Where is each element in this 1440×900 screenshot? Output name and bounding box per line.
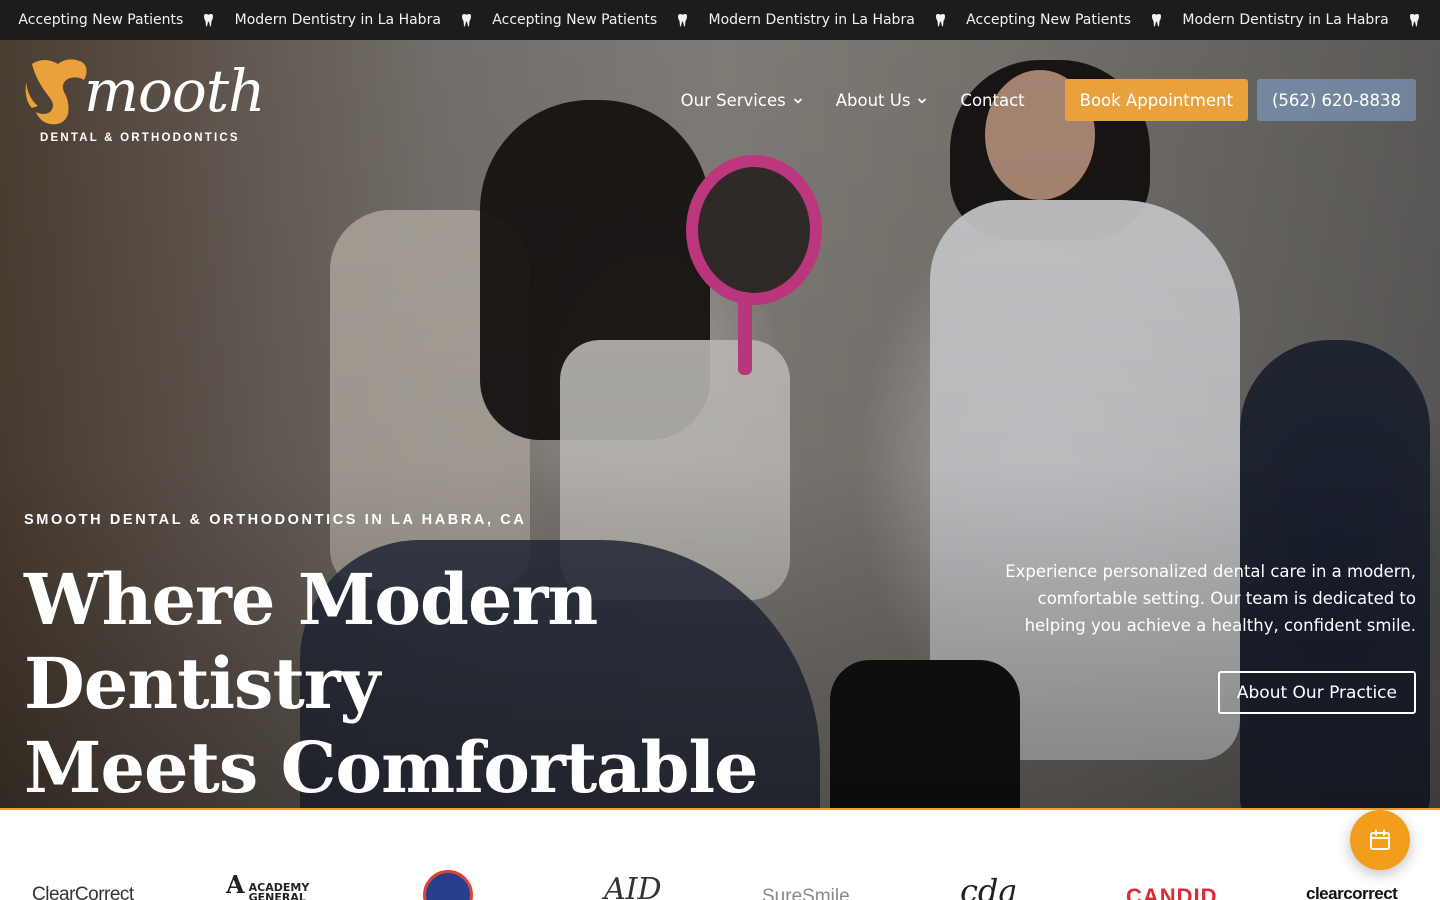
logo-s-mark <box>25 59 87 125</box>
ticker-text: Modern Dentistry in La Habra <box>708 12 915 28</box>
partner-logos-strip <box>0 812 1440 900</box>
schedule-fab-button[interactable] <box>1350 810 1410 870</box>
ticker-item: Accepting New Patients <box>18 12 183 28</box>
tooth-icon <box>1389 13 1440 27</box>
hero-eyebrow: SMOOTH DENTAL & ORTHODONTICS IN LA HABRA… <box>24 512 527 528</box>
ticker-text: Accepting New Patients <box>492 12 658 28</box>
tooth-icon <box>915 13 966 27</box>
book-appointment-button[interactable]: Book Appointment <box>1064 79 1248 121</box>
ticker-item: Modern Dentistry in La Habra <box>235 12 441 28</box>
ticker-text: Accepting New Patients <box>966 12 1132 28</box>
ticker-item: Modern Dentistry in La Habra <box>709 12 915 28</box>
tooth-icon <box>1131 13 1182 27</box>
partner-logo-candid: CANDID <box>1126 884 1218 900</box>
nav-contact[interactable]: Contact <box>960 91 1024 110</box>
ticker-item: Accepting New Patients <box>966 12 1131 28</box>
agd-line-2: GENERAL <box>248 891 306 900</box>
site-logo[interactable]: mooth DENTAL & ORTHODONTICS <box>24 58 265 148</box>
tooth-icon <box>441 13 492 27</box>
phone-button[interactable]: (562) 620-8838 <box>1256 79 1416 121</box>
about-practice-button[interactable]: About Our Practice <box>1217 671 1416 714</box>
chevron-down-icon <box>918 98 927 104</box>
nav-our-services-label: Our Services <box>680 90 786 110</box>
partner-logo-agd: A ACADEMY GENERAL <box>226 873 309 900</box>
nav-about-us-label: About Us <box>835 90 911 110</box>
ticker-text: Modern Dentistry in La Habra <box>1182 12 1389 28</box>
partner-logo-suresmile: SureSmile <box>762 886 850 900</box>
nav-about-us[interactable]: About Us <box>836 91 928 110</box>
chevron-down-icon <box>793 98 802 104</box>
main-nav: Our Services About Us Contact Book Appoi… <box>681 79 1416 121</box>
nav-our-services[interactable]: Our Services <box>681 91 803 110</box>
ticker-item: Accepting New Patients <box>492 12 657 28</box>
ticker-text: Accepting New Patients <box>18 12 184 28</box>
nav-contact-label: Contact <box>960 90 1025 110</box>
logo-subtitle: DENTAL & ORTHODONTICS <box>40 132 240 144</box>
partner-logo-aid: AID <box>604 872 662 900</box>
logo-wordmark: mooth <box>84 57 265 125</box>
hero-description: Experience personalized dental care in a… <box>1005 562 1416 635</box>
ticker-text: Modern Dentistry in La Habra <box>234 12 441 28</box>
agd-a-glyph: A <box>226 870 245 899</box>
tooth-icon <box>183 13 234 27</box>
ticker-item: Modern Dentistry in La Habra <box>1182 12 1388 28</box>
calendar-icon <box>1370 829 1390 850</box>
tooth-icon <box>657 13 708 27</box>
partner-logo-cda: cda <box>960 872 1018 900</box>
partner-logo-clearcorrect: ClearCorrect <box>32 884 134 900</box>
announcement-ticker: Accepting New Patients Modern Dentistry … <box>0 0 1440 40</box>
partner-logo-clearcorrect-alt: clearcorrect <box>1306 884 1398 900</box>
hero-headline-line-1: Where Modern Dentistry <box>24 558 598 725</box>
